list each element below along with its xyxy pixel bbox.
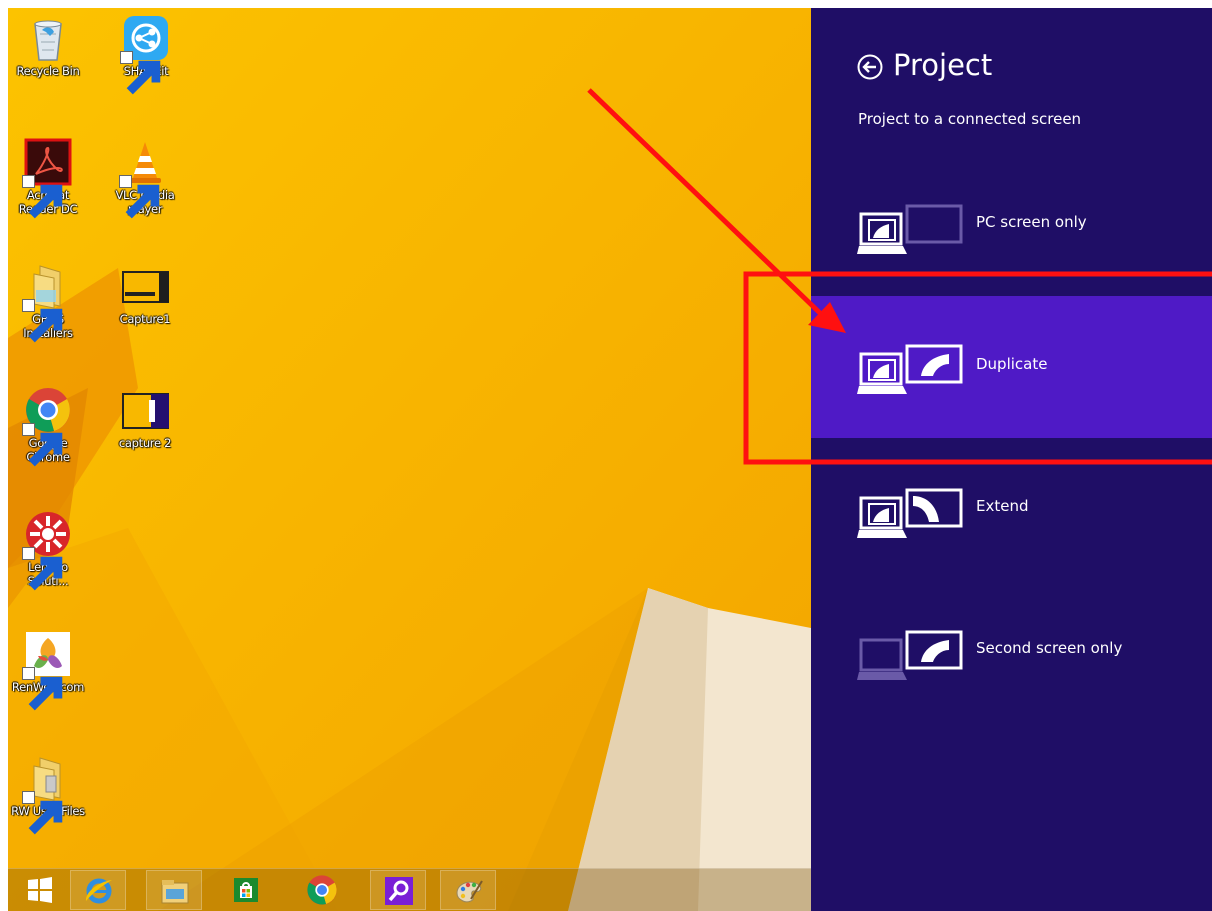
extend-icon <box>857 486 967 546</box>
chrome-icon <box>22 386 72 467</box>
vlc-icon <box>119 138 169 219</box>
option-label: Extend <box>976 497 1029 515</box>
option-extend[interactable]: Extend <box>811 438 1212 580</box>
option-second-screen-only[interactable]: Second screen only <box>811 580 1212 722</box>
store-icon <box>234 878 258 902</box>
folder-icon <box>22 754 72 835</box>
duplicate-icon <box>857 342 967 402</box>
second-screen-only-icon <box>857 628 967 688</box>
taskbar-paint[interactable] <box>440 870 496 910</box>
desktop-icon-capture1[interactable]: Capture1 <box>102 262 188 326</box>
shortcut-arrow-icon <box>22 299 63 343</box>
shortcut-arrow-icon <box>22 423 63 467</box>
recycle-bin-icon <box>24 14 72 62</box>
taskbar-file-explorer[interactable] <box>146 870 202 910</box>
image-thumbnail-icon <box>121 262 169 310</box>
option-pc-screen-only[interactable]: PC screen only <box>811 154 1212 296</box>
panel-subtitle: Project to a connected screen <box>858 110 1082 128</box>
pc-screen-only-icon <box>857 202 967 262</box>
paint-icon <box>456 880 483 903</box>
chrome-icon <box>307 875 337 905</box>
icon-label: Recycle Bin <box>16 64 80 78</box>
taskbar-internet-explorer[interactable] <box>70 870 126 910</box>
shareit-icon <box>120 14 170 95</box>
shortcut-arrow-icon <box>120 51 161 95</box>
desktop-icon-acrobat-reader[interactable]: Acrobat Reader DC <box>10 138 86 219</box>
desktop-icon-capture-2[interactable]: capture 2 <box>102 386 188 450</box>
icon-label: capture 2 <box>118 436 172 450</box>
taskbar <box>8 868 811 911</box>
start-button[interactable] <box>12 870 68 910</box>
desktop-icon-rw-user-files[interactable]: RW User Files <box>8 754 91 835</box>
renweb-icon <box>22 630 72 711</box>
search-magnifier-icon <box>385 877 413 905</box>
taskbar-search-app[interactable] <box>370 870 426 910</box>
taskbar-store[interactable] <box>218 870 274 910</box>
option-label: Duplicate <box>976 355 1048 373</box>
folder-icon <box>22 262 72 343</box>
desktop-icon-recycle-bin[interactable]: Recycle Bin <box>8 14 91 78</box>
file-explorer-icon <box>161 880 189 904</box>
desktop-icon-shareit[interactable]: SHAREit <box>103 14 189 95</box>
shortcut-arrow-icon <box>22 547 63 591</box>
shortcut-arrow-icon <box>22 667 63 711</box>
shortcut-arrow-icon <box>22 791 63 835</box>
desktop-icon-google-chrome[interactable]: Google Chrome <box>10 386 86 467</box>
acrobat-reader-icon <box>22 138 72 219</box>
back-arrow-icon <box>857 54 883 80</box>
option-label: PC screen only <box>976 213 1087 231</box>
desktop-icon-lenovo-solutions[interactable]: Lenovo Soluti... <box>10 510 86 591</box>
shortcut-arrow-icon <box>22 175 63 219</box>
icon-label: Capture1 <box>119 312 171 326</box>
option-label: Second screen only <box>976 639 1123 657</box>
back-button[interactable] <box>857 54 883 80</box>
project-panel: Project Project to a connected screen PC… <box>811 8 1212 911</box>
option-duplicate[interactable]: Duplicate <box>811 296 1212 438</box>
lenovo-solutions-icon <box>22 510 72 591</box>
image-thumbnail-icon <box>121 386 169 434</box>
desktop: Recycle Bin SHAREit Acrobat Reader DC VL… <box>8 8 811 911</box>
taskbar-chrome[interactable] <box>294 870 350 910</box>
shortcut-arrow-icon <box>119 175 160 219</box>
desktop-icon-renweb[interactable]: RenWeb.com <box>8 630 91 711</box>
desktop-icon-vlc[interactable]: VLC media player <box>102 138 188 219</box>
internet-explorer-icon <box>85 878 112 904</box>
desktop-icon-gbds-installers[interactable]: GBDS Installers <box>10 262 86 343</box>
windows-start-icon <box>28 877 52 903</box>
page-title: Project <box>893 48 993 82</box>
